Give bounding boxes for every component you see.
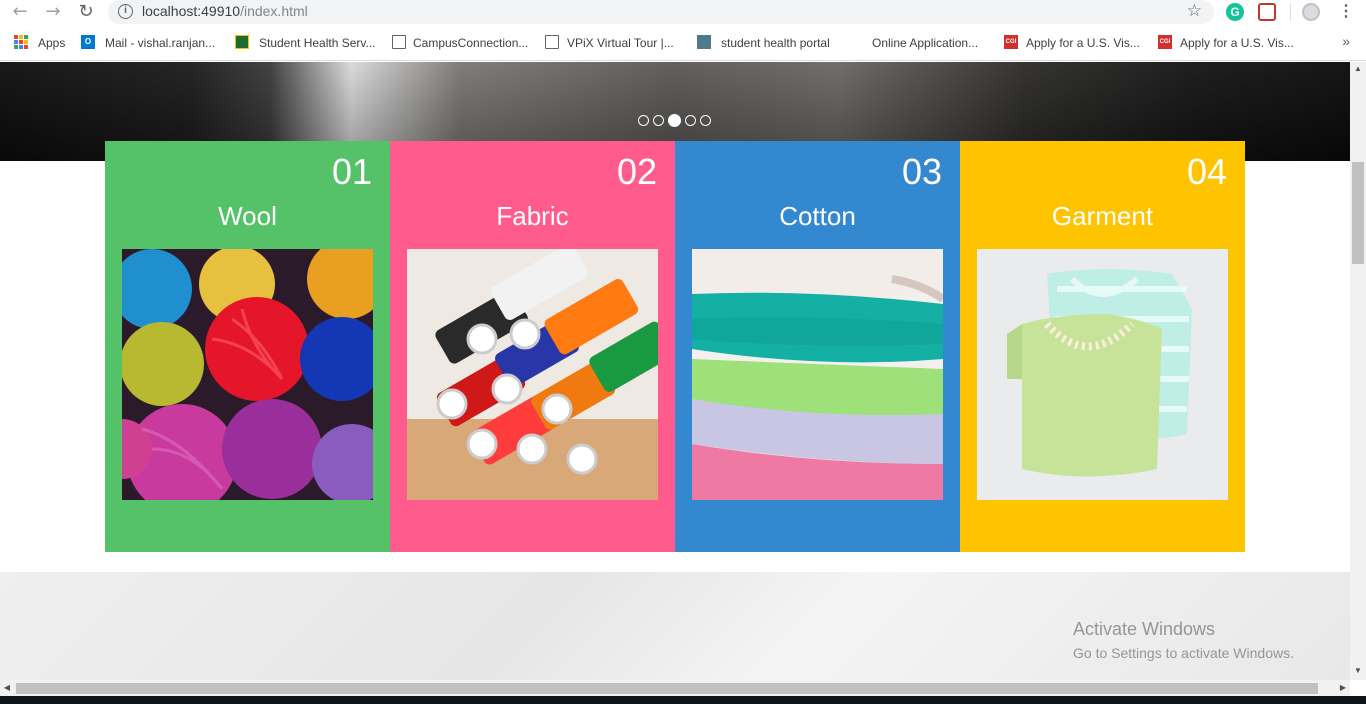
outlook-icon: O [81,35,95,49]
bookmark-student-health[interactable]: Student Health Serv... [259,36,376,50]
card-title: Cotton [779,201,856,231]
bookmark-visa-2[interactable]: Apply for a U.S. Vis... [1180,36,1294,50]
baby-clothes-illustration [977,249,1228,500]
activate-windows-title: Activate Windows [1073,619,1216,639]
card-number: 01 [331,151,372,192]
garment-image [977,249,1228,500]
vertical-scrollbar[interactable]: ▲ ▼ [1350,62,1366,680]
card-title: Garment [1051,201,1154,231]
vertical-scroll-thumb[interactable] [1352,162,1364,264]
card-number: 02 [616,151,657,192]
url-text[interactable]: localhost:49910/index.html [142,3,308,19]
yarn-balls-illustration [122,249,373,500]
bookmark-visa-1[interactable]: Apply for a U.S. Vis... [1026,36,1140,50]
cgi-icon: CGI [1158,35,1172,49]
card-garment[interactable]: 04 Garment [960,141,1245,552]
slider-dots [638,114,711,127]
page-icon [545,35,559,49]
card-wool[interactable]: 01 Wool [105,141,390,552]
bookmarks-bar: Apps O Mail - vishal.ranjan... Student H… [0,25,1366,61]
page-icon [392,35,406,49]
activate-windows-subtitle: Go to Settings to activate Windows. [1073,645,1294,661]
info-icon[interactable]: i [118,4,133,19]
horizontal-scrollbar[interactable]: ◀ ▶ [0,680,1350,696]
folded-fabrics-illustration [692,249,943,500]
grammarly-icon[interactable]: G [1226,3,1244,21]
bookmark-health-portal[interactable]: student health portal [721,36,830,50]
thread-spools-illustration [407,249,658,500]
scroll-up-icon[interactable]: ▲ [1350,62,1366,76]
card-number: 04 [1186,151,1227,192]
bookmark-mail[interactable]: Mail - vishal.ranjan... [105,36,215,50]
bookmark-apps[interactable]: Apps [38,36,65,50]
slider-dot[interactable] [653,115,664,126]
address-bar[interactable]: i localhost:49910/index.html ☆ [108,0,1214,24]
cgi-icon: CGI [1004,35,1018,49]
card-title: Fabric [496,201,569,231]
pocket-icon[interactable] [1258,3,1276,21]
slider-dot-active[interactable] [668,114,681,127]
category-cards: 01 Wool 02 Fabric 03 Cotton 04 Garment [105,141,1245,552]
scroll-down-icon[interactable]: ▼ [1350,664,1366,678]
slider-dot[interactable] [685,115,696,126]
profile-avatar[interactable] [1302,3,1320,21]
browser-toolbar: ← → ↻ i localhost:49910/index.html ☆ G ⋮ [0,0,1366,25]
site-favicon-icon [235,35,249,49]
bookmark-vpix[interactable]: VPiX Virtual Tour |... [567,36,674,50]
url-host: localhost:49910 [142,3,241,19]
apps-grid-icon [14,35,28,49]
taskbar [0,696,1366,704]
card-cotton[interactable]: 03 Cotton [675,141,960,552]
scroll-left-icon[interactable]: ◀ [0,680,14,696]
scroll-right-icon[interactable]: ▶ [1336,680,1350,696]
card-title: Wool [218,201,277,231]
card-number: 03 [901,151,942,192]
menu-dots-icon[interactable]: ⋮ [1338,1,1354,21]
bookmarks-overflow-icon[interactable]: » [1342,33,1350,49]
page-content: 01 Wool 02 Fabric 03 Cotton 04 Garment [0,62,1350,680]
wool-image [122,249,373,500]
slider-dot[interactable] [700,115,711,126]
bookmark-campus-connection[interactable]: CampusConnection... [413,36,528,50]
url-path: /index.html [240,3,308,19]
horizontal-scroll-thumb[interactable] [16,683,1318,694]
slider-dot[interactable] [638,115,649,126]
bookmark-online-application[interactable]: Online Application... [872,36,978,50]
toolbar-divider [1290,4,1291,20]
fabric-image [407,249,658,500]
reload-icon[interactable]: ↻ [76,2,96,22]
cotton-image [692,249,943,500]
back-arrow-icon[interactable]: ← [10,2,30,22]
bookmark-star-icon[interactable]: ☆ [1187,1,1202,21]
card-fabric[interactable]: 02 Fabric [390,141,675,552]
people-icon [697,35,711,49]
forward-arrow-icon[interactable]: → [43,2,63,22]
